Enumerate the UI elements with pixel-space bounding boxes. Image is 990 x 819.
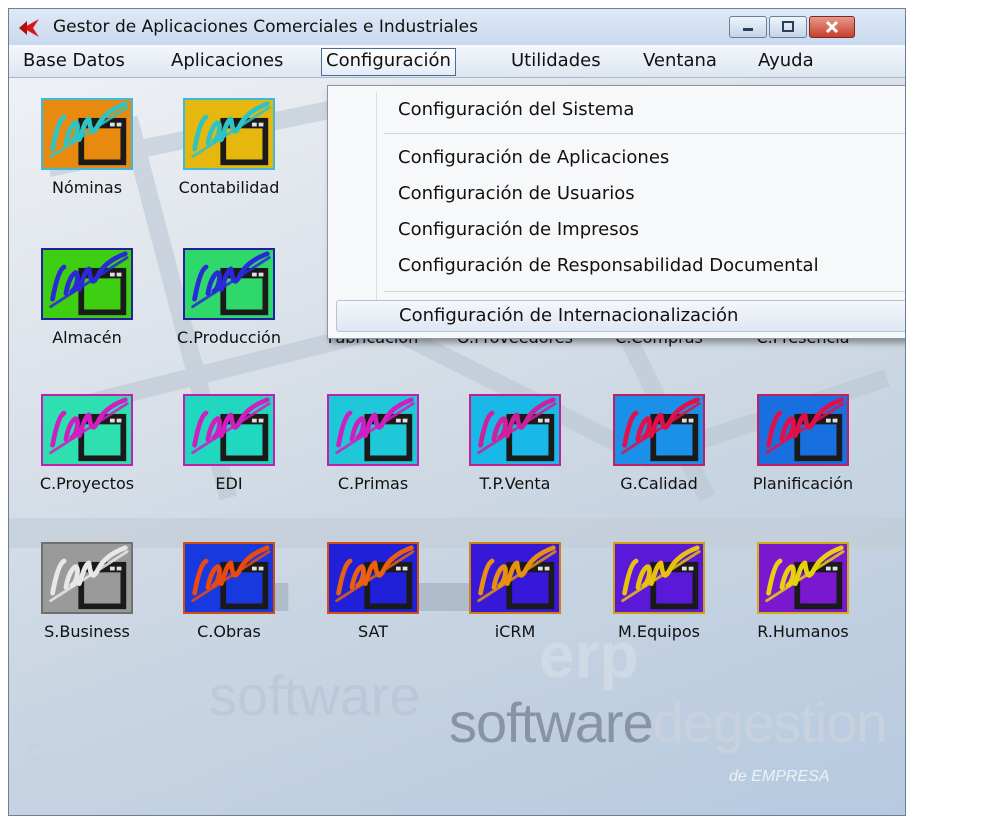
idw-logo-icon (327, 542, 419, 614)
menu-separator (384, 291, 905, 292)
app-icon-label: Planificación (752, 474, 854, 493)
app-icon-label: SAT (358, 622, 388, 641)
menu-ventana[interactable]: Ventana (639, 48, 721, 74)
tagline: softwaredegestion (449, 690, 888, 755)
idw-logo-icon (613, 394, 705, 466)
app-icon-label: T.P.Venta (479, 474, 551, 493)
app-icon-label: M.Equipos (617, 622, 701, 641)
app-icon-label: Contabilidad (178, 178, 280, 197)
window-title: Gestor de Aplicaciones Comerciales e Ind… (53, 17, 478, 37)
menu-item-config-sistema[interactable]: Configuración del Sistema (336, 94, 905, 126)
idw-logo-icon (327, 394, 419, 466)
app-icon-label: Almacén (52, 328, 122, 347)
app-logo-icon (17, 17, 41, 39)
app-icon-label: R.Humanos (757, 622, 849, 641)
app-icon-label: Nóminas (51, 178, 123, 197)
tagline-main: software (449, 691, 654, 754)
app-icon-label: EDI (215, 474, 243, 493)
app-icon-label: C.Proyectos (39, 474, 135, 493)
minimize-button[interactable] (729, 16, 767, 38)
idw-logo-icon (613, 542, 705, 614)
minimize-icon (730, 17, 766, 37)
idw-logo-icon (41, 542, 133, 614)
close-button[interactable] (809, 16, 855, 38)
idw-logo-icon (183, 394, 275, 466)
watermark-software: software (209, 664, 421, 727)
menu-ayuda[interactable]: Ayuda (754, 48, 818, 74)
app-icon-label: C.Primas (337, 474, 409, 493)
menu-aplicaciones[interactable]: Aplicaciones (167, 48, 287, 74)
idw-logo-icon (469, 542, 561, 614)
app-icon-label: iCRM (494, 622, 536, 641)
menu-item-config-aplicaciones[interactable]: Configuración de Aplicaciones (336, 142, 905, 174)
menu-configuracion[interactable]: Configuración (321, 48, 456, 76)
app-icon-label: G.Calidad (620, 474, 698, 493)
maximize-icon (770, 17, 806, 37)
tagline-light: degestion (652, 691, 888, 754)
idw-logo-icon (757, 542, 849, 614)
watermark-ftware: ftware (19, 729, 221, 812)
idw-logo-icon (41, 394, 133, 466)
menu-item-config-usuarios[interactable]: Configuración de Usuarios (336, 178, 905, 210)
idw-logo-icon (41, 98, 133, 170)
idw-logo-icon (183, 542, 275, 614)
app-icon-label: C.Obras (197, 622, 261, 641)
menu-utilidades[interactable]: Utilidades (507, 48, 605, 74)
title-bar: Gestor de Aplicaciones Comerciales e Ind… (9, 9, 905, 45)
dropdown-gutter (376, 92, 377, 332)
menu-item-config-impresos[interactable]: Configuración de Impresos (336, 214, 905, 246)
menu-item-config-responsabilidad[interactable]: Configuración de Responsabilidad Documen… (336, 250, 905, 282)
app-window: Gestor de Aplicaciones Comerciales e Ind… (8, 8, 906, 816)
configuracion-dropdown: Configuración del Sistema Configuración … (327, 85, 905, 339)
menu-separator (384, 133, 905, 134)
app-icon-label: C.Producción (177, 328, 281, 347)
idw-logo-icon (41, 248, 133, 320)
tagline-small: de EMPRESA (729, 768, 830, 785)
idw-logo-icon (183, 248, 275, 320)
menu-base-datos[interactable]: Base Datos (19, 48, 129, 74)
app-icon-label: S.Business (44, 622, 130, 641)
idw-logo-icon (183, 98, 275, 170)
maximize-button[interactable] (769, 16, 807, 38)
idw-logo-icon (757, 394, 849, 466)
menu-item-config-internacionalizacion[interactable]: Configuración de Internacionalización (336, 300, 905, 332)
close-icon (810, 17, 854, 37)
menu-bar: Base Datos Aplicaciones Configuración Ut… (9, 45, 905, 78)
idw-logo-icon (469, 394, 561, 466)
